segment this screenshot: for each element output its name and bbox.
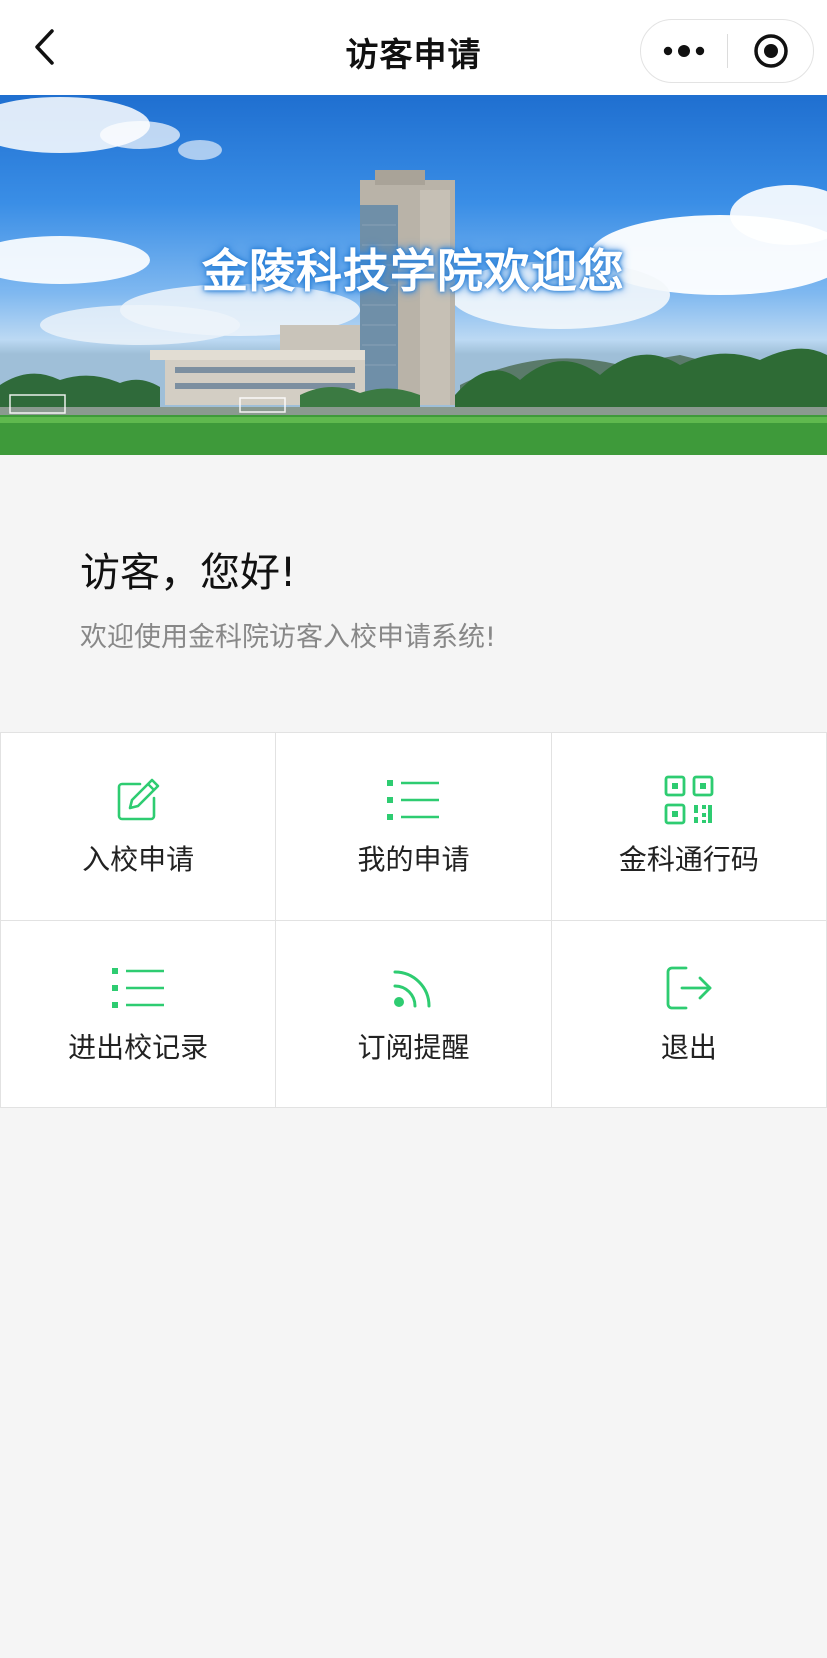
more-dots-icon (663, 45, 705, 57)
qr-code-icon (664, 775, 714, 825)
menu-label: 退出 (660, 1030, 717, 1064)
menu-pass-code[interactable]: 金科通行码 (551, 733, 827, 921)
more-button[interactable] (641, 20, 727, 82)
record-circle-icon (754, 34, 788, 68)
close-button[interactable] (728, 20, 814, 82)
menu-entry-application[interactable]: 入校申请 (1, 733, 277, 921)
list-icon (387, 780, 440, 821)
banner-title: 金陵科技学院欢迎您 (202, 244, 625, 298)
function-grid: 入校申请 我的申请 金科通行码 进出校记录 订阅提醒 退出 (0, 732, 827, 1108)
menu-label: 我的申请 (357, 843, 470, 877)
menu-subscribe-reminder[interactable]: 订阅提醒 (276, 920, 552, 1108)
greeting-subtitle: 欢迎使用金科院访客入校申请系统! (80, 622, 496, 653)
menu-label: 入校申请 (82, 843, 195, 877)
banner-image: 金陵科技学院欢迎您 (0, 95, 827, 455)
list-icon (112, 967, 165, 1008)
menu-access-records[interactable]: 进出校记录 (1, 920, 277, 1108)
greeting-title: 访客，您好! (80, 550, 297, 596)
menu-label: 进出校记录 (68, 1030, 209, 1064)
menu-label: 金科通行码 (618, 843, 759, 877)
logout-icon (666, 966, 712, 1010)
menu-my-applications[interactable]: 我的申请 (276, 733, 552, 921)
menu-label: 订阅提醒 (357, 1030, 470, 1064)
navigation-bar: 访客申请 (0, 0, 827, 95)
mini-program-capsule (640, 19, 814, 83)
edit-icon (117, 778, 160, 821)
menu-logout[interactable]: 退出 (551, 920, 827, 1108)
rss-icon (393, 970, 431, 1008)
